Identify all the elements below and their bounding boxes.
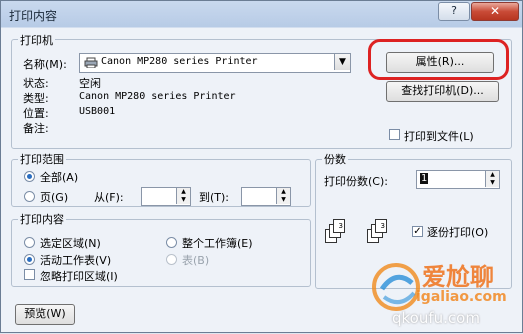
red-highlight-ring <box>368 39 509 80</box>
spin-down-icon[interactable]: ▼ <box>276 196 290 204</box>
location-label: 位置: <box>23 107 49 120</box>
active-sheets-radio[interactable] <box>24 254 35 265</box>
entire-workbook-radio[interactable] <box>166 237 177 248</box>
range-pages-radio[interactable] <box>24 191 35 202</box>
location-value: USB001 <box>79 106 116 117</box>
title-bar: 打印内容 ? ✕ <box>1 1 522 27</box>
copies-count-label: 打印份数(C): <box>324 175 388 188</box>
range-all-radio[interactable] <box>24 171 35 182</box>
print-content-label: 打印内容 <box>18 211 66 227</box>
type-value: Canon MP280 series Printer <box>79 91 236 102</box>
collate-pages-icon: 123 <box>325 219 347 245</box>
print-range-label: 打印范围 <box>18 151 66 167</box>
printer-name-value: Canon MP280 series Printer <box>101 56 258 67</box>
collate-label[interactable]: 逐份打印(O) <box>427 224 488 240</box>
entire-workbook-label[interactable]: 整个工作簿(E) <box>182 235 253 251</box>
print-dialog: 打印内容 ? ✕ 打印机 名称(M): Canon MP280 series P… <box>0 0 523 333</box>
table-label: 表(B) <box>182 254 210 267</box>
close-button[interactable]: ✕ <box>471 2 519 21</box>
selection-radio[interactable] <box>24 237 35 248</box>
table-radio <box>166 254 177 265</box>
chevron-down-icon[interactable]: ▼ <box>334 54 350 70</box>
window-title: 打印内容 <box>9 9 58 23</box>
ignore-print-area-checkbox[interactable] <box>24 269 35 280</box>
selection-label[interactable]: 选定区域(N) <box>40 235 101 251</box>
to-label: 到(T): <box>199 191 230 204</box>
watermark-line2: igaliao.com <box>416 289 507 305</box>
copies-count-value[interactable]: 1 <box>420 173 429 184</box>
print-to-file-label[interactable]: 打印到文件(L) <box>404 128 474 144</box>
comment-label: 备注: <box>23 122 49 135</box>
spin-up-icon[interactable]: ▲ <box>276 188 290 196</box>
from-page-spinner[interactable]: ▲ ▼ <box>141 187 191 206</box>
range-pages-label[interactable]: 页(G) <box>40 189 68 205</box>
printer-name-select[interactable]: Canon MP280 series Printer ▼ <box>79 53 351 73</box>
ignore-print-area-label[interactable]: 忽略打印区域(I) <box>40 268 118 284</box>
spin-down-icon[interactable]: ▼ <box>485 179 499 187</box>
range-all-label[interactable]: 全部(A) <box>40 169 78 185</box>
printer-name-label: 名称(M): <box>23 58 67 71</box>
active-sheets-label[interactable]: 活动工作表(V) <box>40 252 111 268</box>
spin-up-icon[interactable]: ▲ <box>176 188 190 196</box>
printer-icon <box>84 57 98 69</box>
spin-up-icon[interactable]: ▲ <box>485 171 499 179</box>
type-label: 类型: <box>23 92 49 105</box>
printer-group-label: 打印机 <box>18 32 55 48</box>
watermark-line3: qkoufu.com <box>392 309 480 327</box>
from-label: 从(F): <box>94 191 124 204</box>
status-value: 空闲 <box>79 77 101 90</box>
to-page-spinner[interactable]: ▲ ▼ <box>241 187 291 206</box>
preview-button[interactable]: 预览(W) <box>15 304 75 325</box>
print-to-file-checkbox[interactable] <box>389 129 400 140</box>
copies-group-label: 份数 <box>322 151 348 167</box>
help-button[interactable]: ? <box>438 2 470 21</box>
collate-checkbox[interactable]: ✓ <box>412 226 423 237</box>
watermark: 爱尬聊 igaliao.com qkoufu.com <box>356 249 522 331</box>
copies-count-spinner[interactable]: 1 ▲ ▼ <box>416 170 500 189</box>
collate-pages-icon: 123 <box>367 219 389 245</box>
find-printer-button[interactable]: 查找打印机(D)... <box>386 81 499 102</box>
watermark-line1: 爱尬聊 <box>422 263 494 291</box>
status-label: 状态: <box>23 77 49 90</box>
spin-down-icon[interactable]: ▼ <box>176 196 190 204</box>
